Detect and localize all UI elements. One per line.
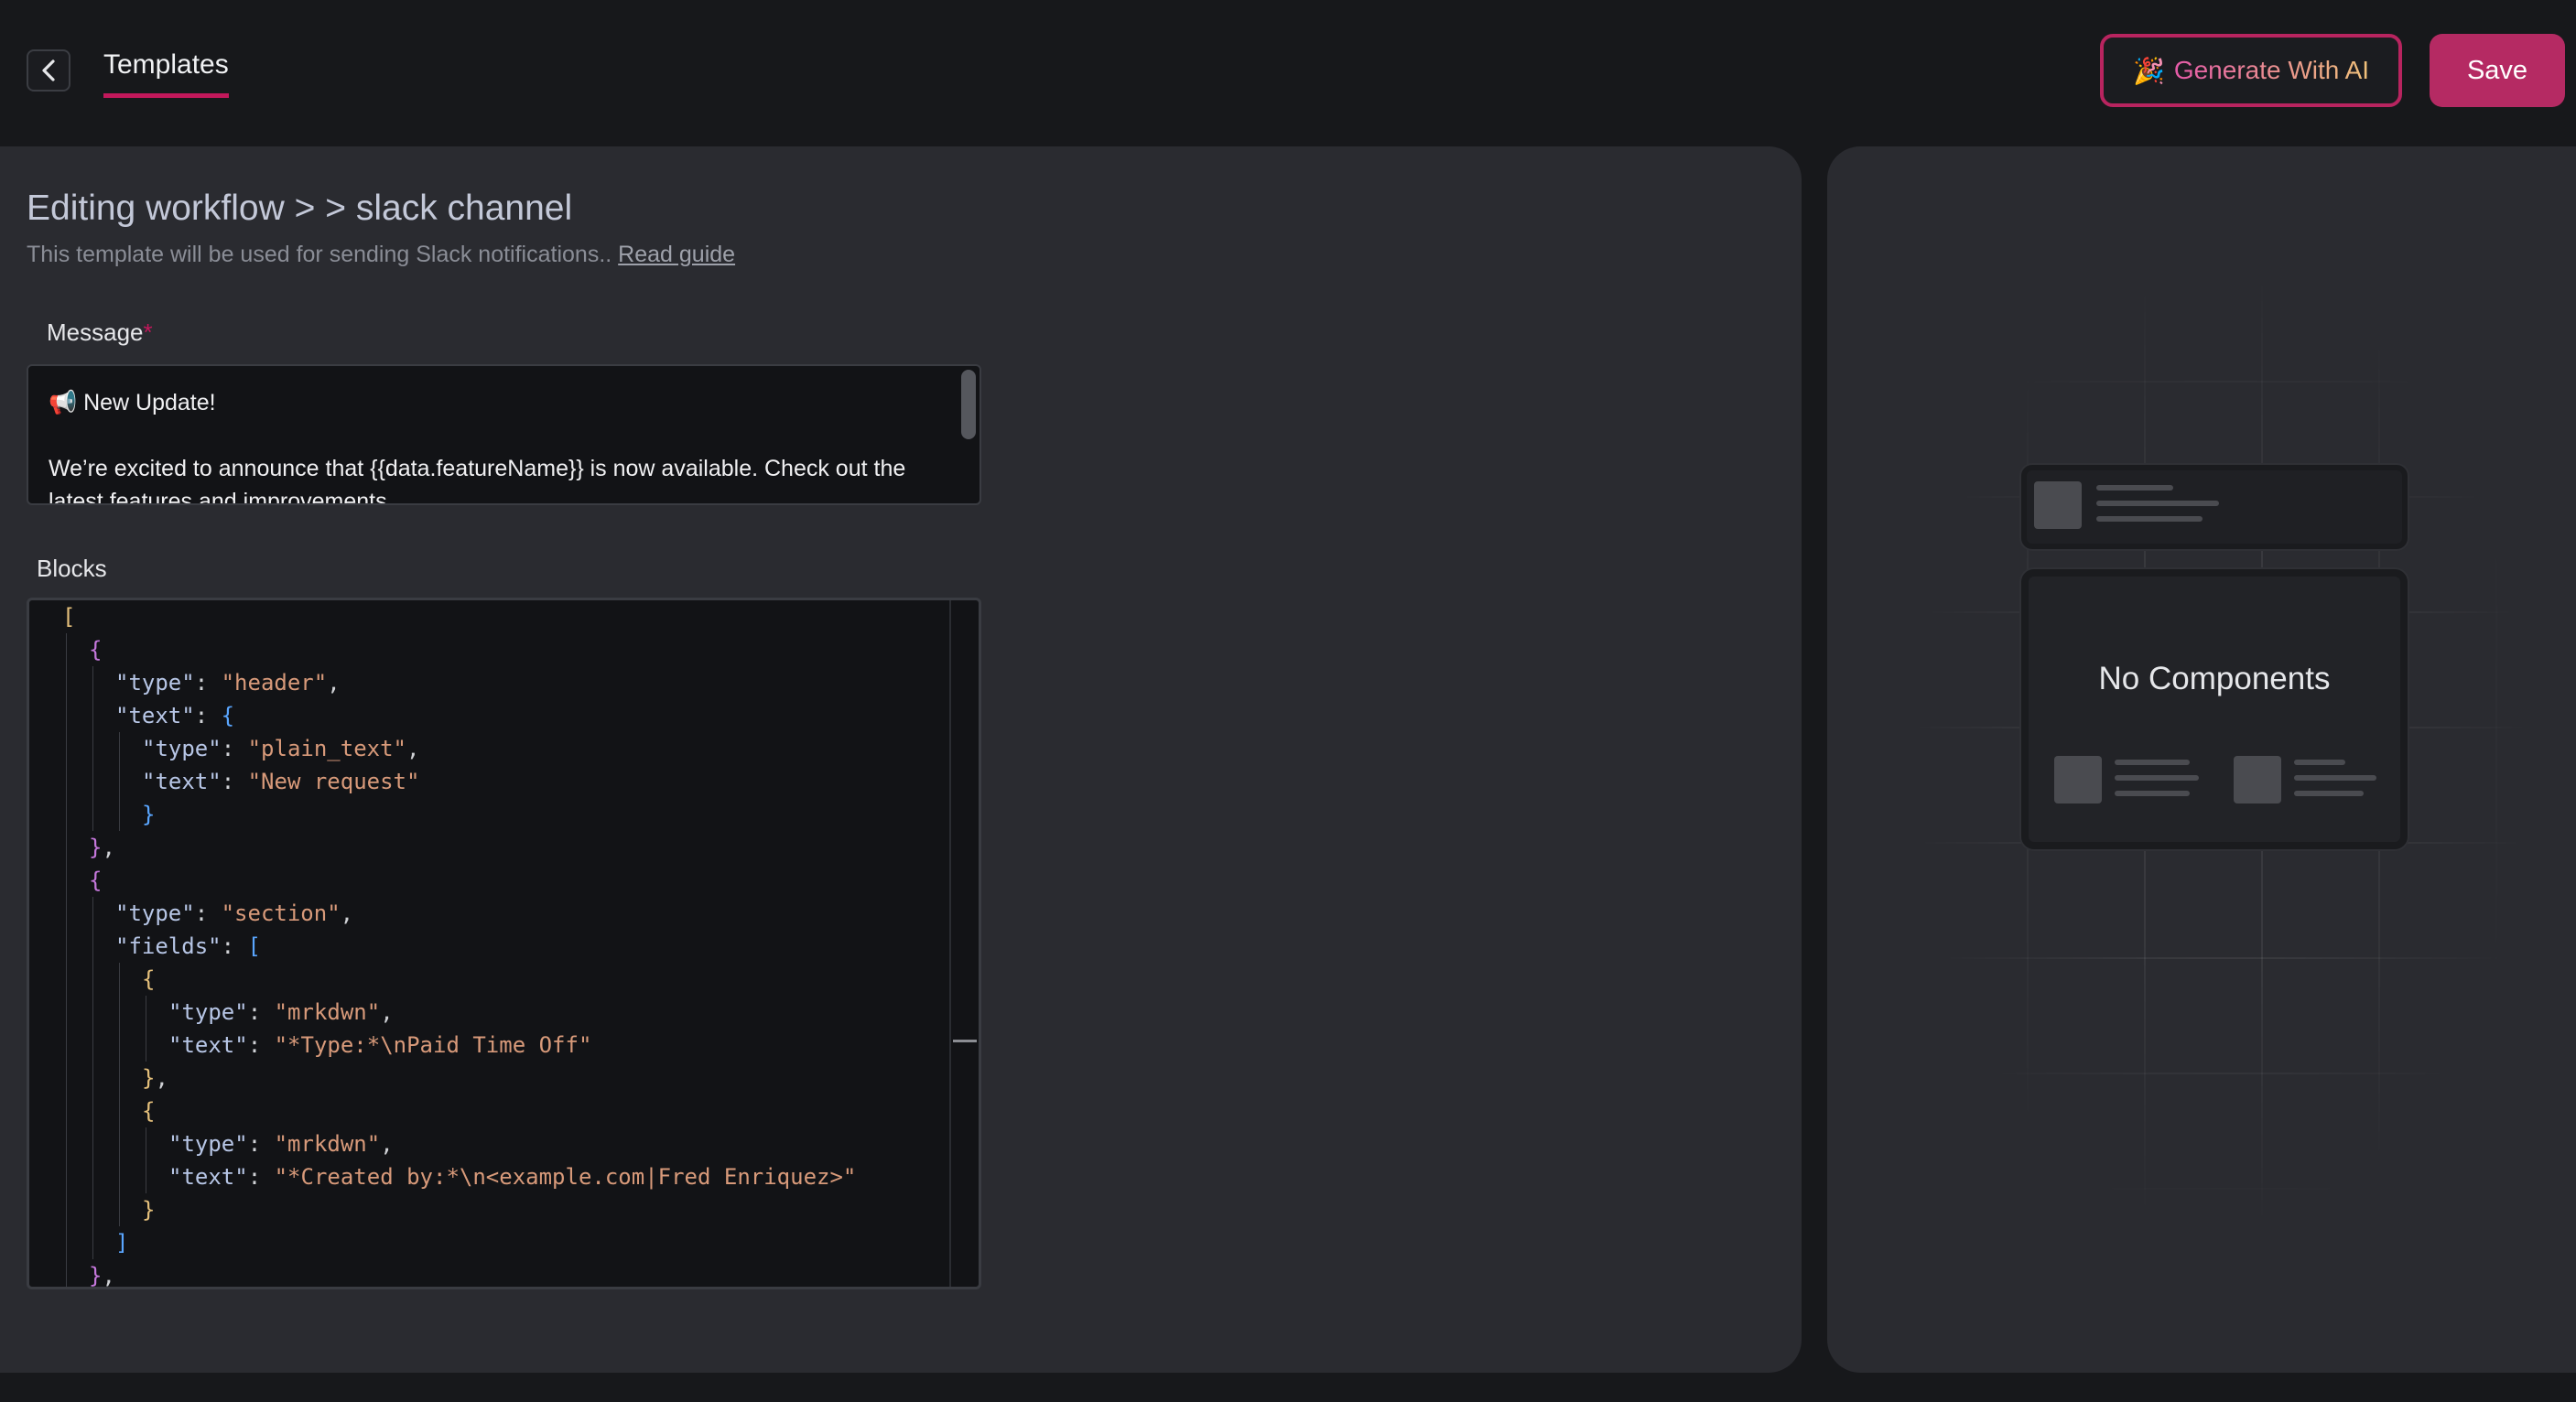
code-token: "type" <box>168 999 248 1025</box>
code-token: : <box>247 1164 275 1190</box>
code-token: , <box>340 901 354 926</box>
code-token: } <box>89 1263 103 1289</box>
code-token: "*Type:*\nPaid Time Off" <box>274 1032 592 1058</box>
preview-panel: No Components <box>1827 146 2576 1373</box>
no-components-text: No Components <box>2098 661 2331 696</box>
generate-with-ai-button[interactable]: 🎉 Generate With AI <box>2100 34 2402 107</box>
code-token: : <box>247 999 275 1025</box>
empty-state-card: No Components <box>2021 569 2408 849</box>
placeholder-line <box>2096 501 2219 506</box>
read-guide-link[interactable]: Read guide <box>618 242 735 267</box>
code-token: "type" <box>115 670 195 696</box>
code-token: : <box>194 670 222 696</box>
message-label-text: Message <box>47 318 144 346</box>
page-subtitle: This template will be used for sending S… <box>27 242 735 268</box>
code-token: , <box>406 736 420 761</box>
code-token: { <box>89 637 103 663</box>
code-scrollbar-marker <box>953 1040 977 1042</box>
blocks-label: Blocks <box>37 555 107 582</box>
code-token: : <box>247 1032 275 1058</box>
page-title: Editing workflow > > slack channel <box>27 189 573 228</box>
placeholder-thumbnail <box>2034 481 2082 529</box>
code-token: "New request" <box>247 769 420 794</box>
code-token: [ <box>247 933 261 959</box>
placeholder-line <box>2294 791 2364 796</box>
code-token: "section" <box>221 901 341 926</box>
placeholder-line <box>2096 516 2203 522</box>
message-line-2: We’re excited to announce that {{data.fe… <box>49 456 906 505</box>
code-token: "text" <box>168 1032 248 1058</box>
code-token: "type" <box>142 736 222 761</box>
tab-templates[interactable]: Templates <box>103 49 229 98</box>
placeholder-line <box>2294 775 2376 781</box>
placeholder-thumbnail <box>2054 756 2102 803</box>
code-token: "mrkdwn" <box>274 999 381 1025</box>
placeholder-line <box>2096 485 2173 491</box>
placeholder-line <box>2294 760 2345 765</box>
code-token: : <box>247 1131 275 1157</box>
top-bar: Templates 🎉 Generate With AI Save <box>0 0 2576 146</box>
code-token: "fields" <box>115 933 222 959</box>
code-token: "*Created by:*\n<example.com|Fred Enriqu… <box>274 1164 857 1190</box>
required-mark: * <box>143 318 153 346</box>
party-popper-icon: 🎉 <box>2132 56 2165 85</box>
code-token: : <box>194 703 222 728</box>
code-token: } <box>142 1065 156 1091</box>
code-token: "text" <box>115 703 195 728</box>
generate-with-ai-label: Generate With AI <box>2173 56 2370 84</box>
code-token: , <box>102 835 115 860</box>
code-token: } <box>142 1197 156 1223</box>
save-button[interactable]: Save <box>2430 34 2565 107</box>
code-token: : <box>221 769 248 794</box>
code-token: "type" <box>115 901 195 926</box>
code-token: : <box>194 901 222 926</box>
code-token: "mrkdwn" <box>274 1131 381 1157</box>
code-token: { <box>142 1098 156 1124</box>
message-label: Message* <box>47 318 153 347</box>
code-token: { <box>221 703 235 728</box>
message-textarea[interactable]: 📢 New Update! We’re excited to announce … <box>27 364 981 505</box>
code-token: , <box>155 1065 168 1091</box>
code-scrollbar-track[interactable] <box>949 600 951 1287</box>
code-token: } <box>142 802 156 827</box>
message-scrollbar[interactable] <box>961 370 976 439</box>
code-token: "header" <box>221 670 328 696</box>
blocks-code-editor[interactable]: [{"type": "header", "text": {"type": "pla… <box>27 598 981 1289</box>
subtitle-text: This template will be used for sending S… <box>27 242 612 267</box>
placeholder-line <box>2115 775 2199 781</box>
code-token: , <box>380 1131 394 1157</box>
code-token: "type" <box>168 1131 248 1157</box>
code-token: ] <box>115 1230 129 1256</box>
message-line-1: 📢 New Update! <box>49 390 216 415</box>
placeholder-line <box>2115 791 2190 796</box>
code-token: , <box>327 670 341 696</box>
back-button[interactable] <box>27 49 70 92</box>
code-token: } <box>89 835 103 860</box>
code-token: , <box>102 1263 115 1289</box>
code-token: "text" <box>168 1164 248 1190</box>
code-token: "plain_text" <box>247 736 406 761</box>
code-token: : <box>221 736 248 761</box>
placeholder-thumbnail <box>2234 756 2281 803</box>
placeholder-line <box>2115 760 2190 765</box>
chevron-left-icon <box>42 59 55 81</box>
code-token: "text" <box>142 769 222 794</box>
code-token: : <box>221 933 248 959</box>
editor-panel: Editing workflow > > slack channel This … <box>0 146 1802 1373</box>
code-token: [ <box>62 604 76 630</box>
code-token: { <box>142 966 156 992</box>
code-token: { <box>89 868 103 893</box>
code-token: , <box>380 999 394 1025</box>
placeholder-card-top <box>2021 465 2408 549</box>
